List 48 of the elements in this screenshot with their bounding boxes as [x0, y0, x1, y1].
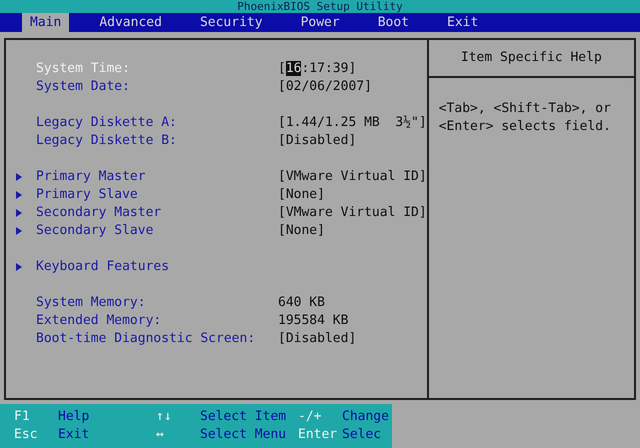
- triangle-icon: [16, 227, 22, 235]
- field-value[interactable]: 640 KB: [278, 295, 325, 310]
- setting-label[interactable]: Legacy Diskette B:: [36, 131, 278, 151]
- triangle-icon: [16, 191, 22, 199]
- triangle-icon: [16, 263, 22, 271]
- menu-tab[interactable]: Advanced: [91, 13, 170, 32]
- key-action: Help: [58, 408, 90, 426]
- field-value[interactable]: [Disabled]: [278, 331, 356, 346]
- window-title: PhoenixBIOS Setup Utility: [237, 1, 403, 13]
- key-action: Selec: [342, 426, 382, 444]
- field-value[interactable]: [None]: [278, 223, 325, 238]
- triangle-icon: [16, 173, 22, 181]
- field-value[interactable]: [VMware Virtual ID]: [278, 205, 427, 220]
- key-label: Enter: [298, 426, 338, 444]
- key-label: -/+: [298, 408, 322, 426]
- field-value[interactable]: [16:17:39]: [278, 61, 356, 76]
- key-label: F1: [14, 408, 31, 426]
- field-value[interactable]: [1.44/1.25 MB 3½"]: [278, 115, 427, 130]
- setting-label[interactable]: Primary Master: [36, 167, 278, 187]
- menu-tab[interactable]: Exit: [439, 13, 486, 32]
- menu-tab[interactable]: Boot: [370, 13, 418, 32]
- key-action: Change: [342, 408, 390, 426]
- setting-label[interactable]: Keyboard Features: [36, 257, 278, 277]
- key-label: ↑↓: [156, 408, 173, 426]
- field-value[interactable]: [VMware Virtual ID]: [278, 169, 427, 184]
- setting-label[interactable]: Secondary Slave: [36, 221, 278, 241]
- menu-tab[interactable]: Security: [192, 13, 271, 32]
- key-action: Select Menu: [200, 426, 288, 444]
- field-value[interactable]: [None]: [278, 187, 325, 202]
- help-text: <Tab>, <Shift-Tab>, or <Enter> selects field.: [438, 100, 612, 136]
- key-label: Esc: [14, 426, 38, 444]
- field-value[interactable]: [02/06/2007]: [278, 79, 372, 94]
- setting-label[interactable]: System Date:: [36, 77, 278, 97]
- key-action: Exit: [58, 426, 90, 444]
- setting-label[interactable]: Boot-time Diagnostic Screen:: [36, 329, 278, 349]
- triangle-icon: [16, 209, 22, 217]
- setting-label[interactable]: System Memory:: [36, 293, 278, 313]
- help-title: Item Specific Help: [460, 49, 602, 68]
- setting-label[interactable]: Primary Slave: [36, 185, 278, 205]
- setting-label[interactable]: Legacy Diskette A:: [36, 113, 278, 133]
- key-label: ↔: [156, 426, 165, 444]
- setting-label[interactable]: Secondary Master: [36, 203, 278, 223]
- field-value[interactable]: 195584 KB: [278, 313, 348, 328]
- menu-tab[interactable]: Main: [22, 13, 70, 32]
- key-action: Select Item: [200, 408, 288, 426]
- menu-tab[interactable]: Power: [292, 13, 348, 32]
- field-value[interactable]: [Disabled]: [278, 133, 356, 148]
- setting-label[interactable]: Extended Memory:: [36, 311, 278, 331]
